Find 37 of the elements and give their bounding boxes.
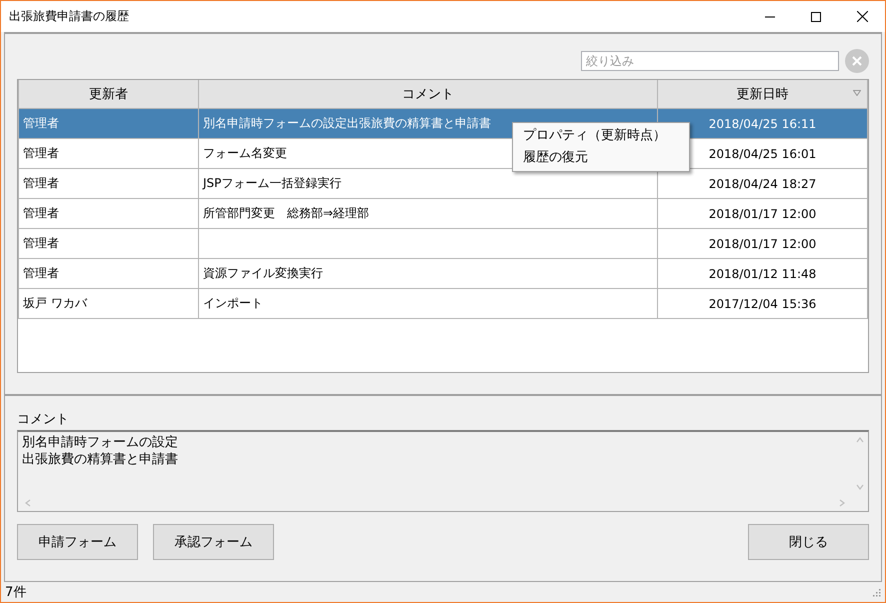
scroll-up-icon[interactable] — [856, 436, 864, 444]
clear-button[interactable] — [845, 49, 869, 73]
table-cell: 2018/01/17 12:00 — [658, 198, 868, 228]
resize-grip-icon[interactable] — [871, 587, 881, 597]
status-text: 7件 — [5, 584, 26, 601]
comment-label: コメント — [17, 411, 70, 428]
table-cell: 管理者 — [18, 198, 198, 228]
table-cell: 2018/04/24 18:27 — [658, 168, 868, 198]
maximize-icon[interactable] — [811, 12, 821, 22]
table-cell: 管理者 — [18, 108, 198, 138]
table-cell: JSPフォーム一括登録実行 — [198, 168, 658, 198]
table-cell: 所管部門変更 総務部⇒経理部 — [198, 198, 658, 228]
close-icon[interactable] — [856, 11, 868, 22]
column-header[interactable]: 更新日時 — [658, 80, 868, 108]
scroll-left-icon[interactable] — [24, 499, 32, 507]
column-header[interactable]: 更新者 — [18, 80, 198, 108]
clear-icon — [852, 56, 862, 66]
form-button[interactable]: 申請フォーム — [17, 524, 138, 560]
scroll-down-icon[interactable] — [856, 483, 864, 491]
close-dialog-button[interactable]: 閉じる — [748, 524, 869, 560]
sort-icon — [853, 90, 861, 96]
window-title: 出張旅費申請書の履歴 — [9, 8, 130, 25]
table-cell: 資源ファイル変換実行 — [198, 258, 658, 288]
table-cell: 管理者 — [18, 228, 198, 258]
table-cell: 管理者 — [18, 138, 198, 168]
table-cell: 2018/01/12 11:48 — [658, 258, 868, 288]
scroll-right-icon[interactable] — [838, 499, 846, 507]
table-cell: 2017/12/04 15:36 — [658, 288, 868, 318]
table-cell: 管理者 — [18, 168, 198, 198]
filter-field[interactable]: 絞り込み — [581, 51, 839, 71]
table-cell: 2018/01/17 12:00 — [658, 228, 868, 258]
column-header[interactable]: コメント — [198, 80, 658, 108]
table-cell: 管理者 — [18, 258, 198, 288]
comment-text-area[interactable]: 別名申請時フォームの設定 出張旅費の精算書と申請書 — [17, 430, 869, 512]
form-button[interactable]: 承認フォーム — [153, 524, 274, 560]
table-cell: 坂戸 ワカバ — [18, 288, 198, 318]
table-cell: インポート — [198, 288, 658, 318]
